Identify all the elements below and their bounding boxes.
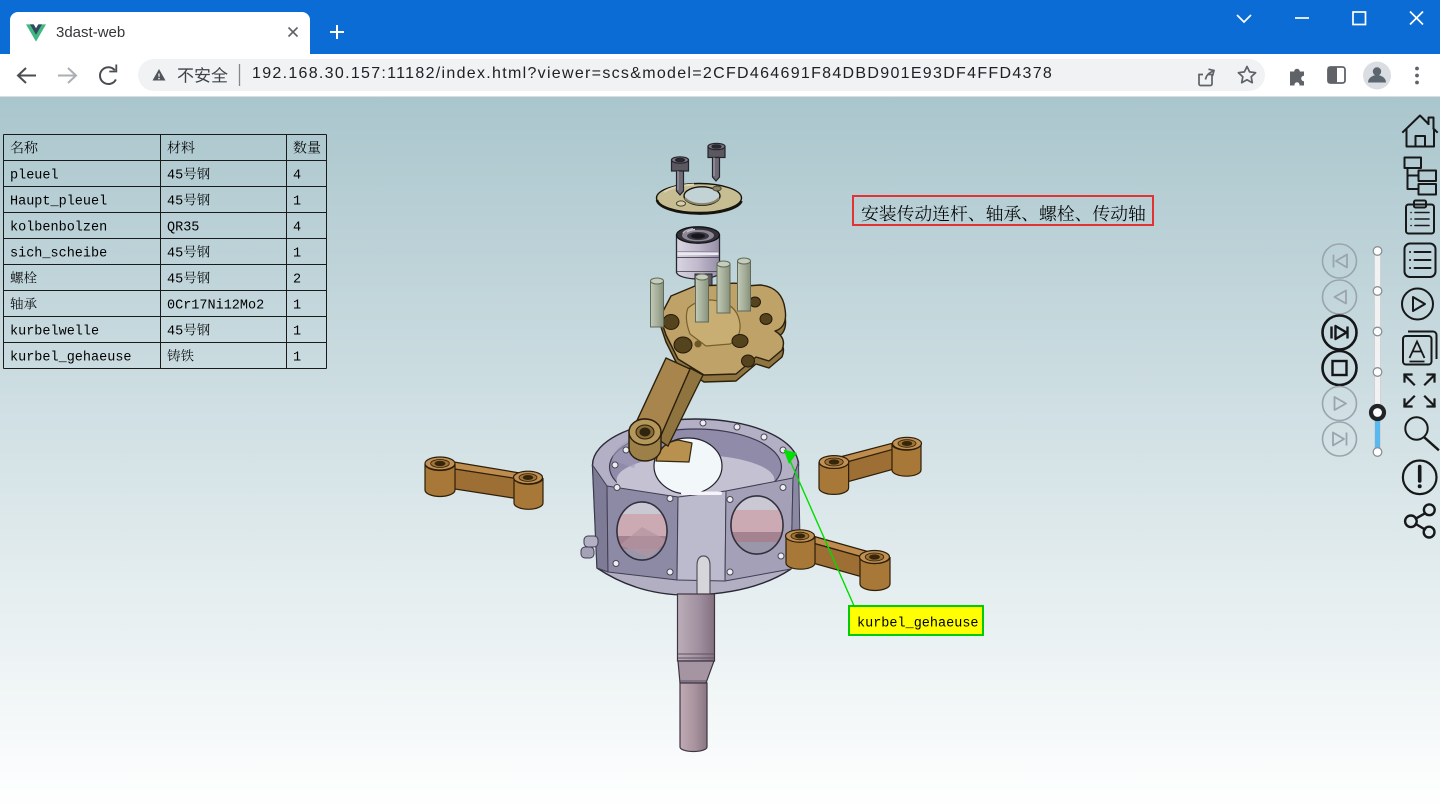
svg-text:1: 1 <box>293 299 301 314</box>
svg-text:1: 1 <box>293 351 301 366</box>
svg-text:1: 1 <box>293 195 301 210</box>
svg-text:kurbel_gehaeuse: kurbel_gehaeuse <box>857 617 979 632</box>
svg-text:45: 45 <box>167 195 183 210</box>
svg-text:4: 4 <box>293 221 301 236</box>
svg-text:45: 45 <box>167 169 183 184</box>
svg-text:45: 45 <box>167 273 183 288</box>
svg-text:2: 2 <box>293 273 301 288</box>
svg-text:45: 45 <box>167 247 183 262</box>
svg-text:0Cr17Ni12Mo2: 0Cr17Ni12Mo2 <box>167 299 264 314</box>
svg-text:kolbenbolzen: kolbenbolzen <box>10 221 107 236</box>
svg-text:Haupt_pleuel: Haupt_pleuel <box>10 195 107 210</box>
svg-text:sich_scheibe: sich_scheibe <box>10 247 107 262</box>
svg-text:kurbel_gehaeuse: kurbel_gehaeuse <box>10 351 132 366</box>
svg-text:1: 1 <box>293 325 301 340</box>
svg-text:kurbelwelle: kurbelwelle <box>10 325 99 340</box>
svg-text:1: 1 <box>293 247 301 262</box>
svg-text:QR35: QR35 <box>167 221 199 236</box>
svg-text:pleuel: pleuel <box>10 169 59 184</box>
svg-text:4: 4 <box>293 169 301 184</box>
svg-text:45: 45 <box>167 325 183 340</box>
